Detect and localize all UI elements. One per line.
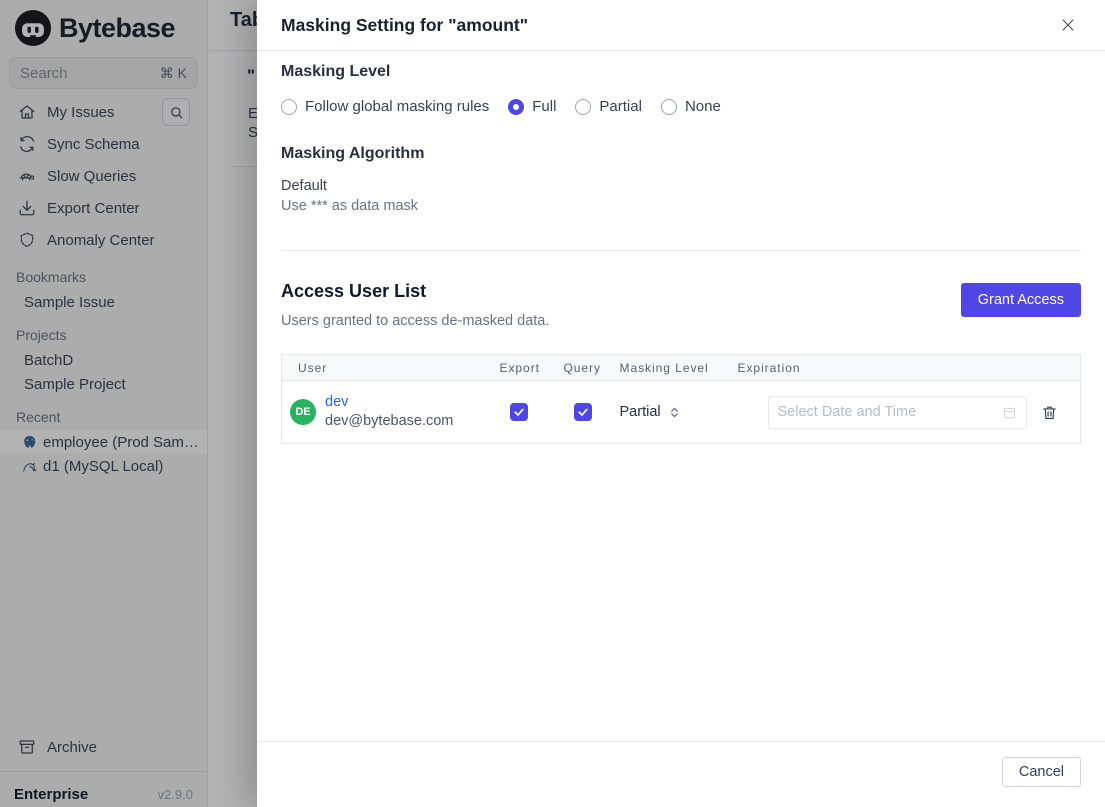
radio-option-follow-global[interactable]: Follow global masking rules: [281, 98, 489, 115]
column-header-expiration: Expiration: [729, 354, 1081, 381]
query-checkbox[interactable]: [573, 403, 592, 421]
check-icon: [513, 408, 524, 416]
column-header-user: User: [281, 354, 492, 381]
delete-user-button[interactable]: [1041, 404, 1058, 421]
masking-level-select[interactable]: Partial: [612, 404, 730, 420]
table-row: DE dev dev@bytebase.com Partial Select D…: [282, 381, 1081, 444]
access-user-list-subtitle: Users granted to access de-masked data.: [281, 313, 550, 329]
calendar-icon[interactable]: [1002, 405, 1017, 420]
radio-icon[interactable]: [575, 98, 592, 115]
cancel-button[interactable]: Cancel: [1001, 757, 1081, 787]
expiration-date-input[interactable]: [767, 395, 1027, 429]
column-header-query: Query: [555, 354, 612, 381]
export-checkbox[interactable]: [509, 403, 528, 421]
column-header-export: Export: [491, 354, 556, 381]
grant-access-button[interactable]: Grant Access: [960, 283, 1081, 317]
close-icon[interactable]: [1059, 16, 1077, 34]
table-header-row: User Export Query Masking Level Expirati…: [281, 354, 1081, 381]
check-icon: [577, 408, 588, 416]
dialog-title: Masking Setting for "amount": [281, 14, 529, 35]
expiration-date-field[interactable]: [777, 404, 1002, 420]
column-header-masking-level: Masking Level: [611, 354, 730, 381]
masking-setting-dialog: Masking Setting for "amount" Masking Lev…: [257, 0, 1105, 807]
masking-level-radio-group: Follow global masking rules Full Partial…: [281, 98, 1081, 115]
chevron-up-down-icon: [670, 407, 678, 417]
masking-level-heading: Masking Level: [281, 63, 391, 80]
radio-option-none[interactable]: None: [660, 98, 721, 115]
radio-label: Follow global masking rules: [305, 98, 490, 115]
access-user-table: User Export Query Masking Level Expirati…: [281, 354, 1081, 444]
masking-algorithm-heading: Masking Algorithm: [281, 145, 425, 162]
masking-level-select-value: Partial: [619, 404, 661, 420]
radio-icon[interactable]: [281, 98, 297, 115]
user-name-link[interactable]: dev: [325, 393, 453, 412]
radio-option-partial[interactable]: Partial: [575, 98, 642, 115]
user-cell: DE dev dev@bytebase.com: [282, 393, 492, 431]
masking-algorithm-description: Use *** as data mask: [281, 198, 419, 214]
dialog-body: Masking Level Follow global masking rule…: [257, 51, 1105, 741]
radio-label: Partial: [599, 98, 642, 115]
access-section-header: Access User List Users granted to access…: [281, 281, 1081, 331]
expiration-cell: [730, 395, 1081, 429]
radio-icon[interactable]: [660, 98, 677, 115]
radio-label: Full: [532, 98, 557, 115]
divider: [281, 250, 1081, 251]
dialog-footer: Cancel: [257, 741, 1105, 807]
radio-label: None: [684, 98, 721, 115]
app-screen: Bytebase Search ⌘ K My Issues Sync Schem…: [0, 0, 1105, 807]
trash-icon: [1042, 406, 1056, 419]
masking-algorithm-value: Default: [281, 178, 327, 194]
access-user-list-heading: Access User List: [281, 281, 427, 301]
radio-icon[interactable]: [508, 98, 525, 115]
radio-option-full[interactable]: Full: [508, 98, 556, 115]
avatar: DE: [290, 399, 316, 425]
dialog-header: Masking Setting for "amount": [257, 0, 1105, 51]
user-email: dev@bytebase.com: [325, 413, 454, 429]
